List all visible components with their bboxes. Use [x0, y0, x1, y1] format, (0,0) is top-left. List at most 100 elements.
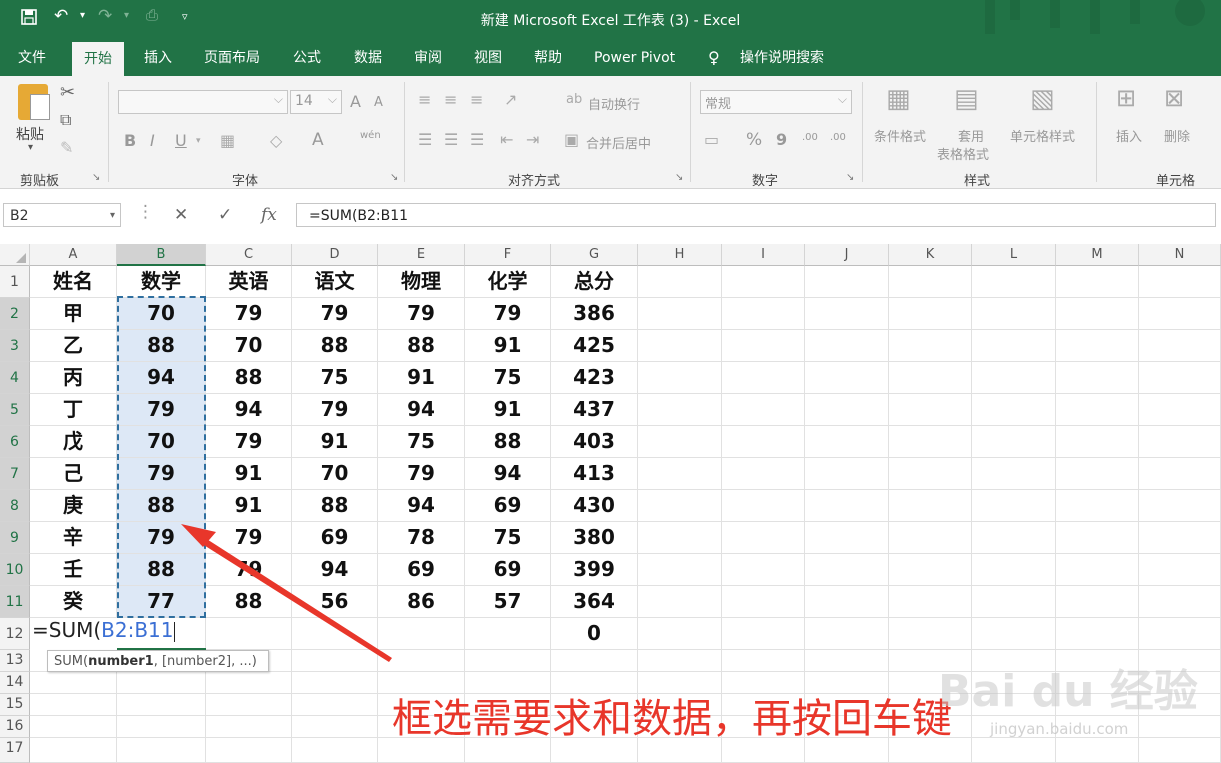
- empty-cell[interactable]: [889, 554, 972, 586]
- table-cell[interactable]: 丙: [30, 362, 117, 394]
- empty-cell[interactable]: [292, 672, 378, 694]
- enter-icon[interactable]: ✓: [218, 205, 232, 225]
- select-all-corner[interactable]: [0, 244, 30, 266]
- empty-cell[interactable]: [889, 458, 972, 490]
- table-cell[interactable]: 庚: [30, 490, 117, 522]
- empty-cell[interactable]: [638, 490, 722, 522]
- empty-cell[interactable]: [1139, 738, 1221, 763]
- table-cell[interactable]: 86: [378, 586, 465, 618]
- table-cell[interactable]: 413: [551, 458, 638, 490]
- empty-cell[interactable]: [722, 330, 805, 362]
- empty-cell[interactable]: [465, 650, 551, 672]
- empty-cell[interactable]: [889, 426, 972, 458]
- cell-editor[interactable]: =SUM(B2:B11: [32, 618, 175, 642]
- table-cell[interactable]: 94: [292, 554, 378, 586]
- table-cell[interactable]: 94: [378, 394, 465, 426]
- empty-cell[interactable]: [465, 618, 551, 650]
- empty-cell[interactable]: [1139, 586, 1221, 618]
- empty-cell[interactable]: [805, 266, 889, 298]
- table-cell[interactable]: 79: [206, 298, 292, 330]
- fill-color-icon[interactable]: ◇: [270, 131, 282, 150]
- table-cell[interactable]: 364: [551, 586, 638, 618]
- empty-cell[interactable]: [117, 738, 206, 763]
- row-header[interactable]: 16: [0, 716, 30, 738]
- increase-decimal-button[interactable]: .00: [802, 132, 818, 143]
- table-cell[interactable]: 数学: [117, 266, 206, 298]
- empty-cell[interactable]: [805, 490, 889, 522]
- empty-cell[interactable]: [1056, 394, 1139, 426]
- empty-cell[interactable]: [805, 618, 889, 650]
- decrease-decimal-button[interactable]: .00: [830, 132, 846, 143]
- table-cell[interactable]: 88: [206, 362, 292, 394]
- format-as-table-icon[interactable]: ▤: [954, 84, 979, 114]
- empty-cell[interactable]: [972, 554, 1056, 586]
- empty-cell[interactable]: [722, 522, 805, 554]
- empty-cell[interactable]: [1139, 362, 1221, 394]
- column-header[interactable]: D: [292, 244, 378, 266]
- empty-cell[interactable]: [1139, 554, 1221, 586]
- table-cell[interactable]: 79: [206, 426, 292, 458]
- column-header[interactable]: J: [805, 244, 889, 266]
- empty-cell[interactable]: [972, 394, 1056, 426]
- dialog-launcher-icon[interactable]: ↘: [390, 172, 398, 183]
- empty-cell[interactable]: [1056, 554, 1139, 586]
- empty-cell[interactable]: [638, 586, 722, 618]
- phonetic-button[interactable]: wén: [360, 130, 381, 141]
- table-cell[interactable]: 403: [551, 426, 638, 458]
- empty-cell[interactable]: [972, 426, 1056, 458]
- empty-cell[interactable]: [805, 522, 889, 554]
- insert-cells-button[interactable]: 插入: [1116, 126, 1142, 145]
- empty-cell[interactable]: [1139, 490, 1221, 522]
- table-cell[interactable]: 425: [551, 330, 638, 362]
- table-cell[interactable]: 70: [117, 298, 206, 330]
- tab-page-layout[interactable]: 页面布局: [204, 48, 260, 76]
- empty-cell[interactable]: [972, 266, 1056, 298]
- column-header[interactable]: E: [378, 244, 465, 266]
- column-header[interactable]: G: [551, 244, 638, 266]
- column-header[interactable]: H: [638, 244, 722, 266]
- empty-cell[interactable]: [1056, 522, 1139, 554]
- row-header[interactable]: 12: [0, 618, 30, 650]
- empty-cell[interactable]: [1139, 298, 1221, 330]
- empty-cell[interactable]: [1139, 266, 1221, 298]
- table-cell[interactable]: 69: [465, 490, 551, 522]
- empty-cell[interactable]: [378, 650, 465, 672]
- column-header[interactable]: A: [30, 244, 117, 266]
- align-right-icon[interactable]: ☰: [470, 130, 484, 149]
- table-cell[interactable]: 语文: [292, 266, 378, 298]
- wrap-text-button[interactable]: 自动换行: [588, 94, 640, 113]
- column-header[interactable]: B: [117, 244, 206, 266]
- empty-cell[interactable]: [972, 738, 1056, 763]
- table-cell[interactable]: 75: [378, 426, 465, 458]
- table-cell[interactable]: 88: [117, 554, 206, 586]
- cancel-icon[interactable]: ✕: [174, 205, 188, 225]
- number-format-dropdown[interactable]: 常规 ⌵: [700, 90, 852, 114]
- empty-cell[interactable]: [1056, 426, 1139, 458]
- table-cell[interactable]: 75: [465, 362, 551, 394]
- empty-cell[interactable]: [638, 362, 722, 394]
- table-cell[interactable]: 91: [292, 426, 378, 458]
- empty-cell[interactable]: [889, 298, 972, 330]
- table-cell[interactable]: 79: [117, 394, 206, 426]
- chevron-down-icon[interactable]: ▾: [28, 142, 33, 153]
- paste-button[interactable]: 粘贴: [16, 124, 44, 144]
- format-as-table-button[interactable]: 套用: [958, 126, 984, 145]
- comma-button[interactable]: 9: [776, 130, 787, 149]
- table-cell[interactable]: 88: [378, 330, 465, 362]
- empty-cell[interactable]: [805, 650, 889, 672]
- empty-cell[interactable]: [805, 458, 889, 490]
- empty-cell[interactable]: [206, 738, 292, 763]
- empty-cell[interactable]: [30, 716, 117, 738]
- empty-cell[interactable]: [638, 394, 722, 426]
- empty-cell[interactable]: [972, 490, 1056, 522]
- paste-icon[interactable]: [18, 84, 50, 120]
- table-cell[interactable]: 88: [292, 490, 378, 522]
- bold-button[interactable]: B: [124, 131, 136, 150]
- empty-cell[interactable]: [1056, 458, 1139, 490]
- empty-cell[interactable]: [1139, 522, 1221, 554]
- empty-cell[interactable]: [805, 586, 889, 618]
- empty-cell[interactable]: [1139, 458, 1221, 490]
- table-cell[interactable]: 70: [206, 330, 292, 362]
- empty-cell[interactable]: [30, 694, 117, 716]
- insert-function-icon[interactable]: fx: [261, 205, 277, 225]
